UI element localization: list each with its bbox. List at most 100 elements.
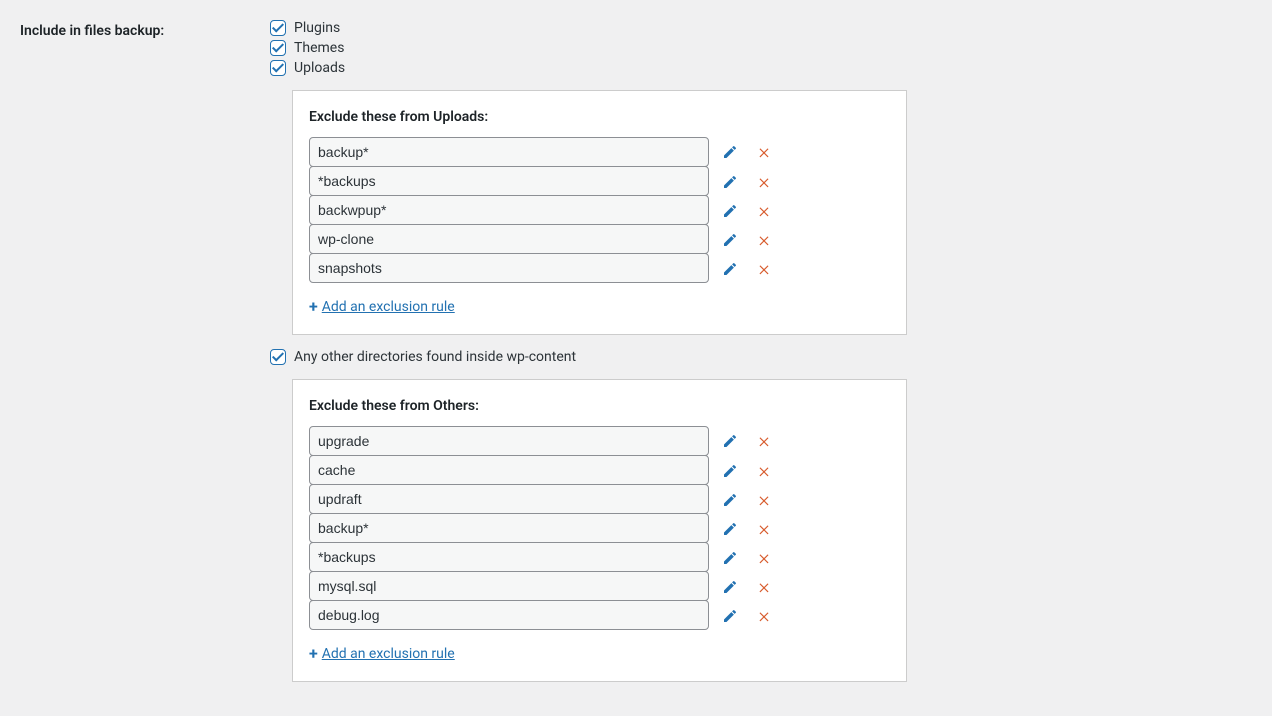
checkbox-themes[interactable] — [270, 40, 286, 56]
exclusion-rule-row — [309, 254, 890, 283]
edit-rule-button[interactable] — [721, 143, 739, 161]
delete-rule-button[interactable] — [755, 607, 773, 625]
pencil-icon — [722, 261, 738, 277]
exclusion-rule-row — [309, 137, 890, 167]
exclusion-rule-row — [309, 601, 890, 630]
exclude-others-rules — [309, 426, 890, 630]
checkbox-plugins-row: Plugins — [270, 20, 1252, 36]
exclusion-rule-row — [309, 485, 890, 514]
rule-actions — [721, 202, 773, 220]
checkbox-others-label: Any other directories found inside wp-co… — [294, 349, 576, 365]
x-icon — [757, 145, 771, 159]
exclude-uploads-rules — [309, 137, 890, 283]
exclude-others-title: Exclude these from Others: — [309, 398, 890, 414]
rule-actions — [721, 520, 773, 538]
edit-rule-button[interactable] — [721, 173, 739, 191]
add-others-rule-link[interactable]: + Add an exclusion rule — [309, 644, 455, 663]
delete-rule-button[interactable] — [755, 432, 773, 450]
delete-rule-button[interactable] — [755, 202, 773, 220]
exclude-others-box: Exclude these from Others: + Add an excl… — [292, 379, 907, 682]
rule-actions — [721, 578, 773, 596]
checkbox-themes-label: Themes — [294, 40, 344, 56]
pencil-icon — [722, 608, 738, 624]
exclusion-rule-input[interactable] — [309, 600, 709, 630]
exclusion-rule-input[interactable] — [309, 484, 709, 514]
pencil-icon — [722, 463, 738, 479]
exclusion-rule-row — [309, 426, 890, 456]
edit-rule-button[interactable] — [721, 432, 739, 450]
edit-rule-button[interactable] — [721, 231, 739, 249]
exclude-uploads-box: Exclude these from Uploads: + Add an exc… — [292, 90, 907, 335]
rule-actions — [721, 143, 773, 161]
rule-actions — [721, 549, 773, 567]
pencil-icon — [722, 433, 738, 449]
rule-actions — [721, 491, 773, 509]
delete-rule-button[interactable] — [755, 143, 773, 161]
section-label: Include in files backup: — [20, 20, 270, 39]
exclusion-rule-input[interactable] — [309, 253, 709, 283]
x-icon — [757, 434, 771, 448]
delete-rule-button[interactable] — [755, 491, 773, 509]
rule-actions — [721, 260, 773, 278]
checkbox-uploads-row: Uploads — [270, 60, 1252, 76]
delete-rule-button[interactable] — [755, 520, 773, 538]
exclusion-rule-input[interactable] — [309, 455, 709, 485]
exclusion-rule-input[interactable] — [309, 166, 709, 196]
pencil-icon — [722, 550, 738, 566]
checkbox-plugins[interactable] — [270, 20, 286, 36]
checkbox-uploads[interactable] — [270, 60, 286, 76]
exclude-uploads-title: Exclude these from Uploads: — [309, 109, 890, 125]
delete-rule-button[interactable] — [755, 173, 773, 191]
delete-rule-button[interactable] — [755, 578, 773, 596]
exclusion-rule-input[interactable] — [309, 542, 709, 572]
delete-rule-button[interactable] — [755, 462, 773, 480]
checkbox-others[interactable] — [270, 349, 286, 365]
checkbox-themes-row: Themes — [270, 40, 1252, 56]
x-icon — [757, 551, 771, 565]
add-uploads-rule-link[interactable]: + Add an exclusion rule — [309, 297, 455, 316]
pencil-icon — [722, 232, 738, 248]
edit-rule-button[interactable] — [721, 607, 739, 625]
delete-rule-button[interactable] — [755, 549, 773, 567]
exclusion-rule-row — [309, 514, 890, 543]
x-icon — [757, 175, 771, 189]
exclusion-rule-input[interactable] — [309, 195, 709, 225]
edit-rule-button[interactable] — [721, 578, 739, 596]
x-icon — [757, 522, 771, 536]
x-icon — [757, 262, 771, 276]
rule-actions — [721, 432, 773, 450]
edit-rule-button[interactable] — [721, 520, 739, 538]
exclusion-rule-row — [309, 225, 890, 254]
edit-rule-button[interactable] — [721, 202, 739, 220]
pencil-icon — [722, 579, 738, 595]
x-icon — [757, 609, 771, 623]
x-icon — [757, 580, 771, 594]
edit-rule-button[interactable] — [721, 462, 739, 480]
exclusion-rule-input[interactable] — [309, 513, 709, 543]
delete-rule-button[interactable] — [755, 260, 773, 278]
exclusion-rule-input[interactable] — [309, 137, 709, 167]
exclusion-rule-input[interactable] — [309, 426, 709, 456]
rule-actions — [721, 173, 773, 191]
exclusion-rule-row — [309, 167, 890, 196]
edit-rule-button[interactable] — [721, 549, 739, 567]
plus-icon: + — [309, 297, 318, 316]
exclusion-rule-input[interactable] — [309, 571, 709, 601]
exclusion-rule-row — [309, 196, 890, 225]
edit-rule-button[interactable] — [721, 491, 739, 509]
x-icon — [757, 233, 771, 247]
include-files-backup-row: Include in files backup: Plugins Themes … — [20, 20, 1252, 696]
exclusion-rule-row — [309, 456, 890, 485]
x-icon — [757, 464, 771, 478]
delete-rule-button[interactable] — [755, 231, 773, 249]
pencil-icon — [722, 203, 738, 219]
x-icon — [757, 493, 771, 507]
section-content: Plugins Themes Uploads Exclude these fro… — [270, 20, 1252, 696]
pencil-icon — [722, 144, 738, 160]
exclusion-rule-input[interactable] — [309, 224, 709, 254]
plus-icon: + — [309, 644, 318, 663]
edit-rule-button[interactable] — [721, 260, 739, 278]
pencil-icon — [722, 174, 738, 190]
checkbox-plugins-label: Plugins — [294, 20, 340, 36]
add-others-rule-label: Add an exclusion rule — [322, 646, 455, 662]
